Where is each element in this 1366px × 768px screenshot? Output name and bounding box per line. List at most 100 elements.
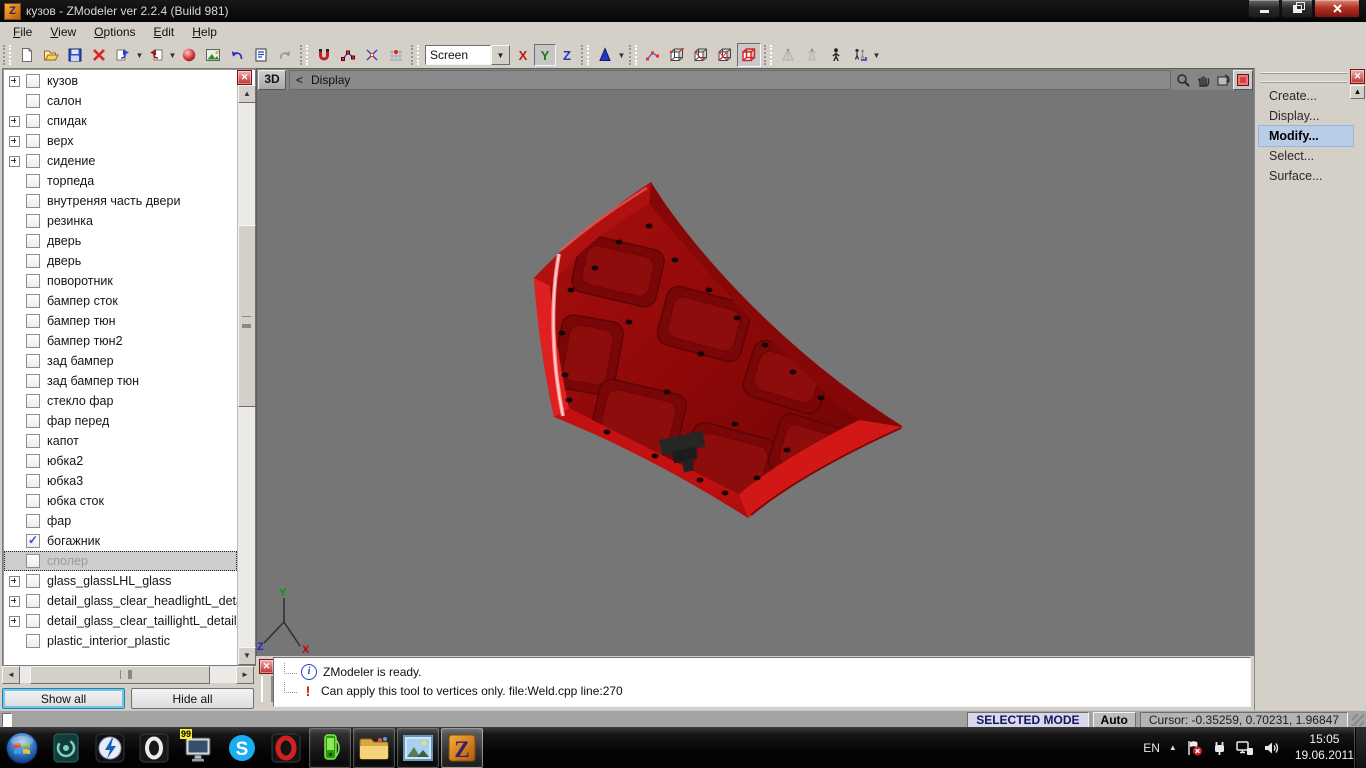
visibility-checkbox[interactable]: [26, 214, 40, 228]
uvmapper2-button[interactable]: [800, 43, 824, 67]
list-item[interactable]: поворотник: [4, 271, 237, 291]
visibility-checkbox[interactable]: ✓: [26, 534, 40, 548]
clock[interactable]: 15:05 19.06.2011: [1295, 732, 1354, 763]
open-file-button[interactable]: [39, 43, 63, 67]
log-grip[interactable]: [261, 676, 273, 702]
command-modify[interactable]: Modify...: [1258, 125, 1354, 147]
list-item[interactable]: фар: [4, 511, 237, 531]
list-item[interactable]: бампер сток: [4, 291, 237, 311]
list-item[interactable]: сполер: [4, 551, 237, 571]
taskbar-app-o-red[interactable]: [265, 728, 307, 768]
list-item[interactable]: стекло фар: [4, 391, 237, 411]
axis-z-button[interactable]: Z: [556, 44, 578, 66]
new-file-button[interactable]: [15, 43, 39, 67]
vertices-level-button[interactable]: [641, 43, 665, 67]
maximize-view-button[interactable]: [1233, 70, 1253, 90]
coordinate-space-combo[interactable]: Screen ▼: [425, 45, 510, 65]
command-surface[interactable]: Surface...: [1259, 166, 1353, 186]
delete-button[interactable]: [87, 43, 111, 67]
visibility-checkbox[interactable]: [26, 334, 40, 348]
log-close-icon[interactable]: ✕: [259, 659, 274, 674]
list-horizontal-scrollbar[interactable]: ◄ ►: [2, 666, 254, 684]
expand-icon[interactable]: [9, 115, 20, 127]
list-item[interactable]: торпеда: [4, 171, 237, 191]
hide-all-button[interactable]: Hide all: [131, 688, 254, 709]
export-dropdown[interactable]: ▼: [135, 44, 144, 66]
back-arrow[interactable]: <: [290, 73, 311, 87]
show-all-button[interactable]: Show all: [2, 688, 125, 709]
polygons-level-button[interactable]: [713, 43, 737, 67]
expand-icon[interactable]: [9, 615, 20, 627]
view-mode-button[interactable]: 3D: [258, 70, 286, 90]
menu-view[interactable]: View: [41, 23, 85, 41]
visibility-checkbox[interactable]: [26, 274, 40, 288]
taskbar-app-teal[interactable]: [45, 728, 87, 768]
expand-icon[interactable]: [9, 155, 20, 167]
list-item[interactable]: резинка: [4, 211, 237, 231]
visibility-checkbox[interactable]: [26, 314, 40, 328]
command-create[interactable]: Create...: [1259, 86, 1353, 106]
visibility-checkbox[interactable]: [26, 594, 40, 608]
list-item[interactable]: юбка сток: [4, 491, 237, 511]
visibility-checkbox[interactable]: [26, 514, 40, 528]
list-item[interactable]: зад бампер: [4, 351, 237, 371]
visibility-checkbox[interactable]: [26, 414, 40, 428]
taskbar-app-monitor[interactable]: 99: [177, 728, 219, 768]
visibility-checkbox[interactable]: [26, 474, 40, 488]
resize-grip[interactable]: [1352, 714, 1364, 726]
power-plug-icon[interactable]: [1212, 740, 1227, 756]
list-item[interactable]: бампер тюн2: [4, 331, 237, 351]
visibility-checkbox[interactable]: [26, 434, 40, 448]
toolbar-grip[interactable]: [3, 45, 11, 65]
action-center-flag-icon[interactable]: [1186, 740, 1203, 756]
list-item[interactable]: plastic_interior_plastic: [4, 631, 237, 651]
gizmo-mode-button[interactable]: [593, 43, 617, 67]
visibility-checkbox[interactable]: [26, 134, 40, 148]
redo-button[interactable]: [273, 43, 297, 67]
list-item[interactable]: фар перед: [4, 411, 237, 431]
visibility-checkbox[interactable]: [26, 174, 40, 188]
grid-snap-button[interactable]: [384, 43, 408, 67]
weld-vertices-button[interactable]: [336, 43, 360, 67]
expand-icon[interactable]: [9, 595, 20, 607]
auto-toggle[interactable]: Auto: [1092, 711, 1136, 728]
trunk-lid-model[interactable]: Y Z X: [257, 90, 1253, 654]
taskbar-app-skype[interactable]: S: [221, 728, 263, 768]
command-display[interactable]: Display...: [1259, 106, 1353, 126]
toolbar-grip[interactable]: [581, 45, 589, 65]
pan-tool-icon[interactable]: [1193, 71, 1213, 89]
menu-help[interactable]: Help: [183, 23, 226, 41]
faces-level-button[interactable]: [689, 43, 713, 67]
language-indicator[interactable]: EN: [1143, 741, 1160, 755]
hidden-icons-chevron[interactable]: ▲: [1169, 743, 1177, 752]
uvmapper-button[interactable]: [776, 43, 800, 67]
save-button[interactable]: [63, 43, 87, 67]
visibility-checkbox[interactable]: [26, 374, 40, 388]
scroll-left-icon[interactable]: ◄: [2, 666, 20, 684]
visibility-checkbox[interactable]: [26, 554, 40, 568]
minimize-button[interactable]: [1248, 0, 1280, 18]
visibility-checkbox[interactable]: [26, 194, 40, 208]
import-button[interactable]: [144, 43, 168, 67]
break-vertices-button[interactable]: [360, 43, 384, 67]
undo-button[interactable]: [225, 43, 249, 67]
axis-x-button[interactable]: X: [512, 44, 534, 66]
edges-level-button[interactable]: [665, 43, 689, 67]
list-vertical-scrollbar[interactable]: ▲ ▼: [237, 85, 256, 665]
animation-button[interactable]: [848, 43, 872, 67]
visibility-checkbox[interactable]: [26, 294, 40, 308]
animation-dropdown[interactable]: ▼: [872, 44, 881, 66]
list-item[interactable]: салон: [4, 91, 237, 111]
list-item[interactable]: верх: [4, 131, 237, 151]
network-icon[interactable]: [1236, 740, 1254, 756]
menu-file[interactable]: File: [4, 23, 41, 41]
close-button[interactable]: [1314, 0, 1360, 18]
visibility-checkbox[interactable]: [26, 114, 40, 128]
axis-y-button[interactable]: Y: [534, 44, 556, 66]
export-button[interactable]: [111, 43, 135, 67]
list-item[interactable]: внутреняя часть двери: [4, 191, 237, 211]
list-item[interactable]: glass_glassLHL_glass: [4, 571, 237, 591]
command-panel-close-icon[interactable]: ✕: [1350, 69, 1365, 84]
list-item[interactable]: ✓ богажник: [4, 531, 237, 551]
menu-edit[interactable]: Edit: [145, 23, 184, 41]
